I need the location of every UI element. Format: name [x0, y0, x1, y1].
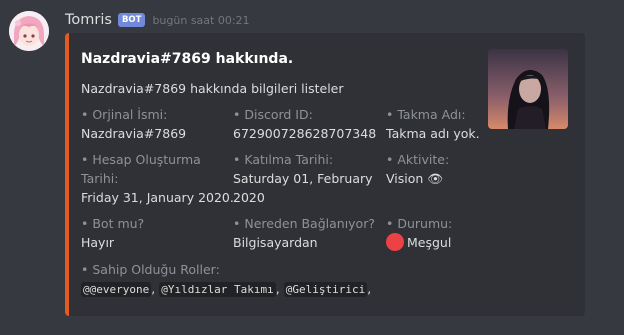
dnd-status-icon: [386, 233, 404, 251]
field-is-bot: • Bot mu? Hayır: [81, 214, 144, 252]
field-value: Takma adı yok.: [386, 126, 480, 141]
field-original-name: • Orjinal İsmi: Nazdravia#7869: [81, 105, 186, 143]
role-mention[interactable]: @Geliştirici: [283, 282, 368, 297]
field-name: • Bot mu?: [81, 216, 145, 231]
message-header: Tomris BOT bugün saat 00:21: [65, 10, 250, 30]
field-name: • Orjinal İsmi:: [81, 107, 168, 122]
eye-icon: 👁: [427, 171, 444, 186]
field-value: Hayır: [81, 235, 115, 250]
field-name: • Takma Adı:: [386, 107, 466, 122]
field-name: • Durumu:: [386, 216, 453, 231]
embed-thumbnail[interactable]: [488, 49, 568, 129]
role-mention[interactable]: @Yıldızlar Takımı: [159, 282, 276, 297]
roles-list: @@everyone, @Yıldızlar Takımı, @Geliştir…: [81, 279, 371, 299]
field-value: Friday 31, January 2020.: [81, 190, 234, 205]
role-separator: ,: [151, 281, 156, 296]
field-status: • Durumu: Meşgul: [386, 214, 452, 252]
field-nickname: • Takma Adı: Takma adı yok.: [386, 105, 480, 143]
field-value: Meşgul: [386, 233, 452, 252]
field-activity: • Aktivite: Vision 👁: [386, 150, 449, 188]
field-joined: • Katılma Tarihi: Saturday 01, February …: [233, 150, 373, 207]
field-name: • Discord ID:: [233, 107, 313, 122]
role-separator: ,: [275, 281, 280, 296]
field-discord-id: • Discord ID: 672900728628707348: [233, 105, 376, 143]
field-roles: • Sahip Olduğu Roller: @@everyone, @Yıld…: [81, 260, 371, 299]
field-name: • Sahip Olduğu Roller:: [81, 262, 220, 277]
field-value: Saturday 01, February: [233, 171, 373, 186]
bot-tag: BOT: [117, 13, 146, 27]
activity-text: Vision: [386, 171, 424, 186]
field-name: • Nereden Bağlanıyor?: [233, 216, 375, 231]
embed-title: Nazdravia#7869 hakkında.: [81, 51, 294, 67]
embed-description: Nazdravia#7869 hakkında bilgileri listel…: [81, 81, 344, 96]
timestamp: bugün saat 00:21: [152, 13, 250, 27]
field-value: 672900728628707348: [233, 126, 377, 141]
field-value: Bilgisayardan: [233, 235, 318, 250]
field-value: 2020: [233, 190, 265, 205]
field-name: • Katılma Tarihi:: [233, 152, 334, 167]
field-connected-from: • Nereden Bağlanıyor? Bilgisayardan: [233, 214, 375, 252]
role-separator: ,: [367, 281, 372, 296]
field-value: Vision 👁: [386, 169, 449, 188]
field-name: • Aktivite:: [386, 152, 450, 167]
status-text: Meşgul: [407, 235, 452, 250]
chat-message: Tomris BOT bugün saat 00:21 Nazdravia#78…: [0, 0, 624, 335]
embed: Nazdravia#7869 hakkında. Nazdravia#7869 …: [65, 33, 585, 316]
role-mention[interactable]: @@everyone: [81, 282, 152, 297]
field-name: Tarihi:: [81, 171, 119, 186]
field-value: Nazdravia#7869: [81, 126, 187, 141]
bot-avatar[interactable]: [9, 11, 49, 51]
username[interactable]: Tomris: [65, 12, 112, 28]
field-name: • Hesap Oluşturma: [81, 152, 201, 167]
field-account-created: • Hesap Oluşturma Tarihi: Friday 31, Jan…: [81, 150, 234, 207]
